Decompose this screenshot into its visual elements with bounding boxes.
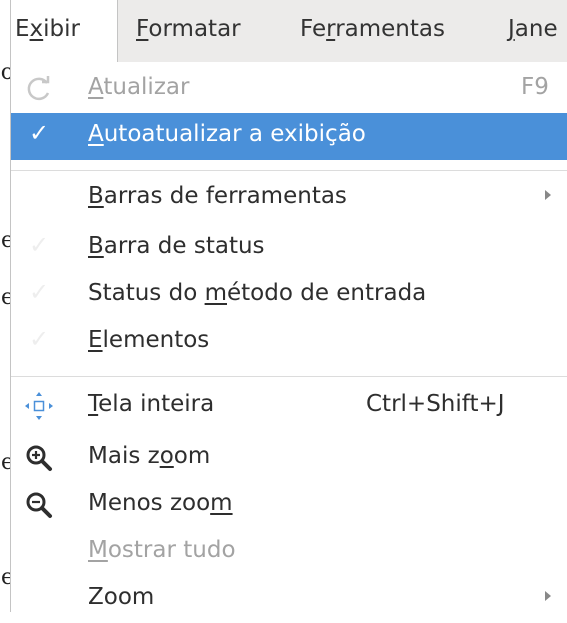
check-icon: ✓ xyxy=(29,119,50,147)
menubar-item-ferramentas[interactable]: Ferramentas xyxy=(300,16,445,42)
refresh-icon xyxy=(27,76,50,101)
menu-separator xyxy=(11,376,567,377)
check-icon: ✓ xyxy=(29,278,50,306)
menu-item-label: Mostrar tudo xyxy=(88,537,236,563)
menu-item-zoom[interactable]: Zoom xyxy=(11,576,567,623)
menu-item-label: Tela inteira xyxy=(88,391,215,417)
shortcut-label: Ctrl+Shift+J xyxy=(366,391,505,417)
menu-item-label: Barra de status xyxy=(88,233,265,259)
menubar-item-label: Exibir xyxy=(15,16,81,42)
menu-item-toolbars[interactable]: Barras de ferramentas xyxy=(11,175,567,222)
menu-item-show-all[interactable]: Mostrar tudo xyxy=(11,529,567,576)
submenu-arrow-icon xyxy=(545,190,551,200)
menubar-item-formatar[interactable]: Formatar xyxy=(136,16,241,42)
menu-item-zoom-in[interactable]: Mais zoom xyxy=(11,435,567,482)
menu-item-label: Zoom xyxy=(88,584,155,610)
menu-item-fullscreen[interactable]: Tela inteira Ctrl+Shift+J xyxy=(11,383,567,430)
menubar-item-exibir[interactable]: Exibir xyxy=(10,0,118,62)
check-icon: ✓ xyxy=(29,325,50,353)
zoom-in-icon xyxy=(26,445,52,471)
menu-item-input-method-status[interactable]: ✓ Status do método de entrada xyxy=(11,272,567,319)
zoom-out-icon xyxy=(26,492,52,518)
fullscreen-icon xyxy=(25,392,53,420)
menubar-item-janela[interactable]: Jane xyxy=(508,16,558,42)
menu-bar: Exibir Formatar Ferramentas Jane xyxy=(10,0,567,62)
menu-item-zoom-out[interactable]: Menos zoom xyxy=(11,482,567,529)
menu-item-label: Barras de ferramentas xyxy=(88,183,347,209)
menu-item-label: Atualizar xyxy=(88,74,190,100)
menu-item-statusbar[interactable]: ✓ Barra de status xyxy=(11,225,567,272)
menu-item-refresh[interactable]: Atualizar F9 xyxy=(11,66,567,113)
menu-item-label: Elementos xyxy=(88,327,210,353)
view-menu: Atualizar F9 ✓ Autoatualizar a exibição … xyxy=(10,62,567,612)
menu-item-label: Status do método de entrada xyxy=(88,280,427,306)
menu-item-label: Mais zoom xyxy=(88,443,211,469)
check-icon: ✓ xyxy=(29,231,50,259)
menu-item-label: Menos zoom xyxy=(88,490,233,516)
menu-item-autorefresh[interactable]: ✓ Autoatualizar a exibição xyxy=(11,113,567,160)
menu-separator xyxy=(11,170,567,171)
menu-item-elements[interactable]: ✓ Elementos xyxy=(11,319,567,366)
menu-item-label: Autoatualizar a exibição xyxy=(88,121,366,147)
shortcut-label: F9 xyxy=(521,74,549,100)
submenu-arrow-icon xyxy=(545,591,551,601)
